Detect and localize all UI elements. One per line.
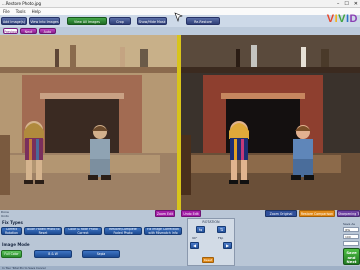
image-mode-label: Image Mode <box>2 242 30 247</box>
restored-photo <box>181 35 360 210</box>
window-title: ...Restore Photo.jpg <box>2 1 42 6</box>
logo-letter: V <box>326 13 335 25</box>
filename-field[interactable] <box>343 241 359 246</box>
flip-vertical-icon[interactable]: ⇅ <box>217 226 226 233</box>
re-restore-button[interactable]: Re-Restore <box>186 17 220 25</box>
sharpening-tools-button[interactable]: Sharpening Tools <box>337 210 360 217</box>
vivid-logo: VIVID <box>327 13 358 25</box>
save-line-3: Next <box>346 259 357 264</box>
left-hint-undo: Undo <box>1 214 9 218</box>
compare-divider-handle[interactable] <box>177 35 181 210</box>
format-select[interactable]: JPG <box>343 227 359 232</box>
zoom-original-button[interactable]: Zoom Original <box>265 210 297 217</box>
mouse-cursor-icon <box>174 12 183 22</box>
show-hide-mask-button[interactable]: Show/Hide Mask <box>137 17 167 25</box>
mirror-label: Flip <box>218 236 224 240</box>
crop-button[interactable]: Crop <box>109 17 131 25</box>
rotate-right-icon[interactable]: ▶ <box>223 242 232 249</box>
auto-button[interactable]: Auto <box>39 28 56 34</box>
compare-toolbar: Zoom Edit Undo Edit Zoom Original Restor… <box>0 210 360 218</box>
rotation-reset-button[interactable]: Reset <box>202 257 214 263</box>
maximize-button[interactable]: ☐ <box>344 0 348 8</box>
fix-types-label: Fix Types <box>2 220 23 225</box>
bottom-panel: Done Undo Fix Types Correct Rotation Tou… <box>0 210 360 270</box>
menu-tools[interactable]: Tools <box>16 8 26 15</box>
original-photo <box>0 35 177 210</box>
previous-button[interactable]: Previous <box>3 28 18 34</box>
action-row: Previous Next Auto <box>0 27 360 35</box>
mode-sepia-button[interactable]: Sepia <box>82 250 120 258</box>
photo-restore-app: ...Restore Photo.jpg – ☐ ✕ File Tools He… <box>0 0 360 270</box>
flip-horizontal-icon[interactable]: ⇆ <box>196 226 205 233</box>
mode-full-color-button[interactable]: Full Color <box>1 250 22 258</box>
save-as-label: Save As <box>343 222 355 226</box>
fix-button-color-fade[interactable]: Color & Fade Photo Correct <box>64 227 102 235</box>
fix-button-restore-complete[interactable]: Restore/Complete Faded Photo <box>104 227 142 235</box>
close-button[interactable]: ✕ <box>354 0 358 8</box>
quality-field[interactable]: 100 <box>343 234 359 239</box>
rotation-title: ROTATION <box>202 220 220 224</box>
save-and-next-button[interactable]: Save and Next <box>343 248 360 265</box>
minimize-button[interactable]: – <box>337 0 340 8</box>
mode-bw-button[interactable]: B & W <box>34 250 72 258</box>
status-bar: In Tour Total Pix to Save Cancel <box>0 266 360 270</box>
title-bar: ...Restore Photo.jpg – ☐ ✕ <box>0 0 360 8</box>
menu-help[interactable]: Help <box>32 8 41 15</box>
undo-edit-button[interactable]: Undo Edit <box>181 210 201 217</box>
fix-button-mismatch[interactable]: Fix Image Correction with Mismatch Info <box>144 227 182 235</box>
view-into-images-button[interactable]: View Into Images <box>29 17 60 25</box>
add-images-button[interactable]: Add Image(s) <box>1 17 27 25</box>
rotation-panel: ROTATION ⇆ ⇅ 90° Flip ◀ ▶ Reset <box>187 218 235 266</box>
restore-comparison-button[interactable]: Restore Comparison <box>299 210 335 217</box>
fix-button-touch-faded[interactable]: Touch Faded Photo to Reset <box>24 227 62 235</box>
fix-button-correct-rotation[interactable]: Correct Rotation <box>1 227 22 235</box>
rotate-left-icon[interactable]: ◀ <box>190 242 199 249</box>
rotate-label: 90° <box>192 236 198 240</box>
logo-letter: D <box>349 13 358 25</box>
menu-file[interactable]: File <box>3 8 10 15</box>
logo-letter: V <box>338 13 346 25</box>
view-all-images-button[interactable]: View All Images <box>67 17 107 25</box>
next-button[interactable]: Next <box>20 28 37 34</box>
zoom-edit-button[interactable]: Zoom Edit <box>155 210 175 217</box>
